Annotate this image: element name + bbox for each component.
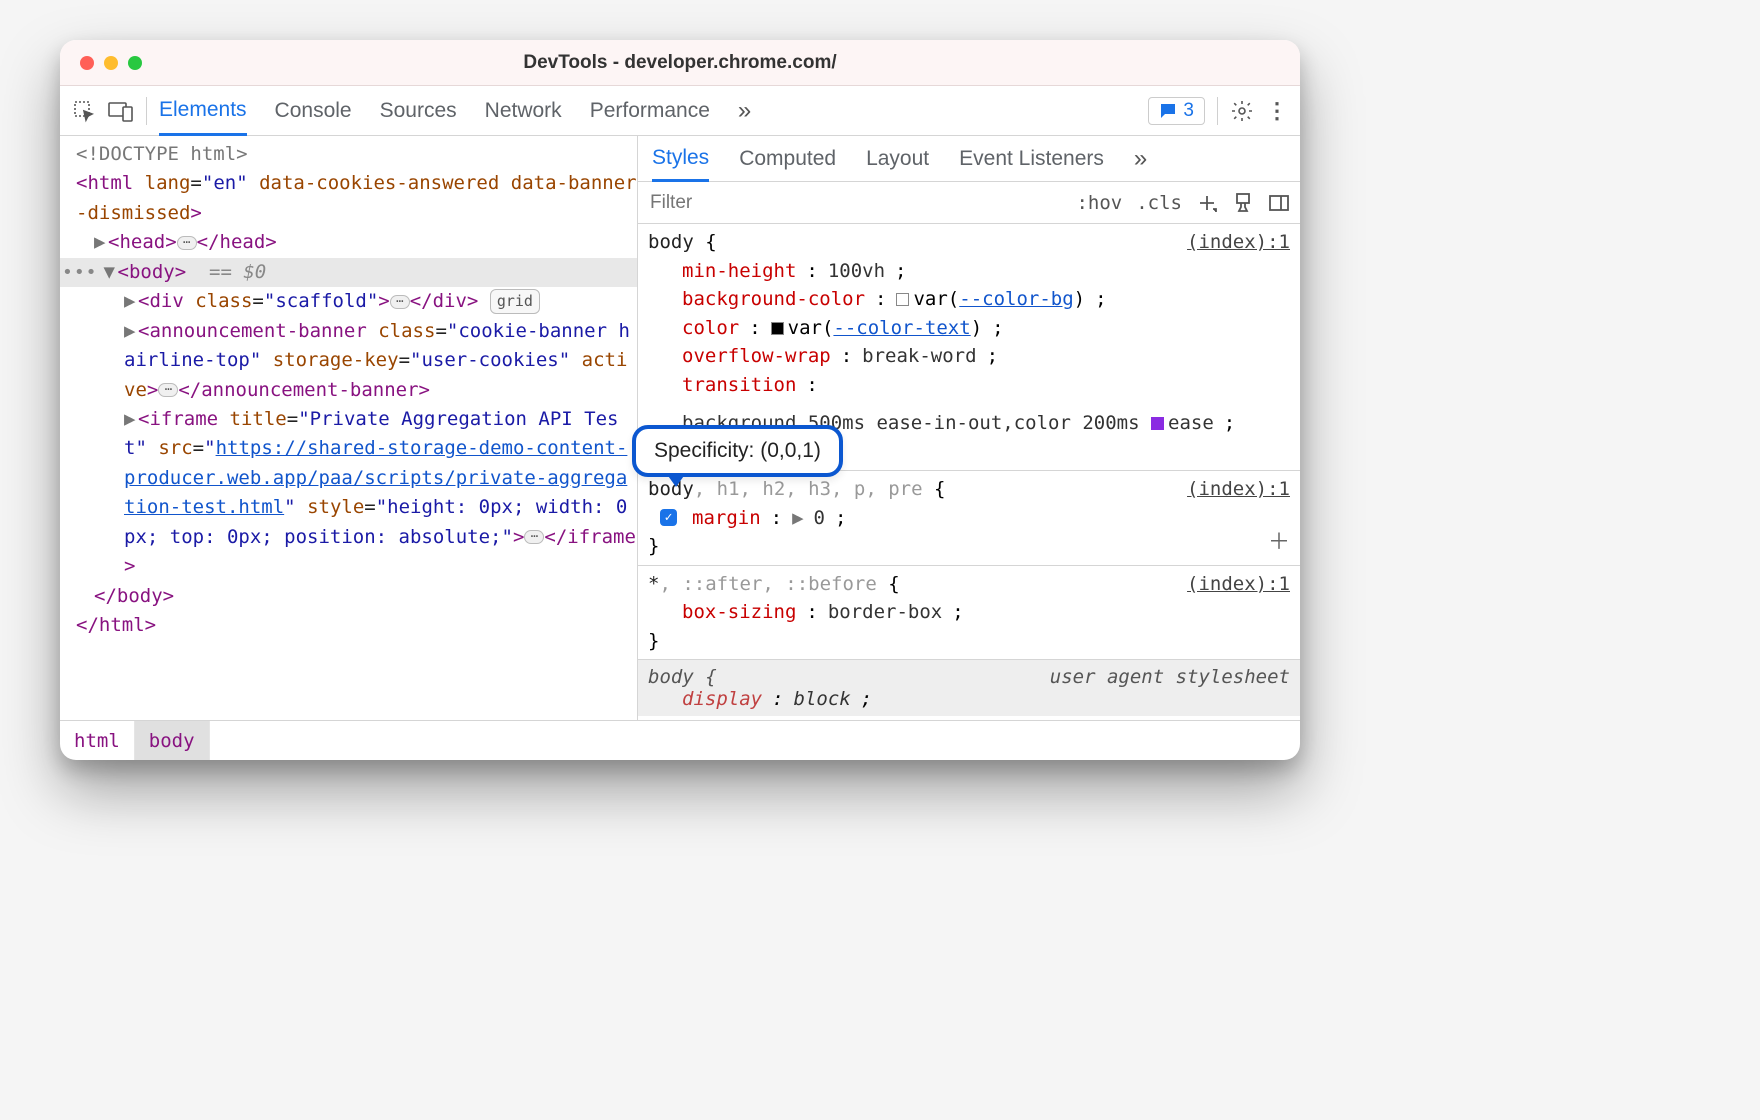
source-link[interactable]: (index):1 [1187,228,1290,257]
body-tag-selected[interactable]: ••• ▼<body> == $0 [60,258,637,287]
close-window-button[interactable] [80,56,94,70]
styles-tab-event-listeners[interactable]: Event Listeners [959,136,1104,181]
add-property-icon[interactable]: ＋ [1268,526,1290,559]
head-tag[interactable]: ▶<head></head> [60,228,637,257]
property-checkbox[interactable]: ✓ [660,509,677,526]
panel-toggle-icon[interactable] [1268,192,1290,214]
css-rule-margin[interactable]: body, h1, h2, h3, p, pre { (index):1 ✓ m… [638,471,1300,566]
brush-icon[interactable] [1232,192,1254,214]
ellipsis-icon[interactable] [524,530,544,544]
ua-stylesheet-rule: body { user agent stylesheet display: bl… [638,660,1300,716]
minimize-window-button[interactable] [104,56,118,70]
css-rule-box-sizing[interactable]: *, ::after, ::before { (index):1 box-siz… [638,566,1300,661]
styles-tabs-overflow-icon[interactable]: » [1134,136,1147,181]
styles-tab-computed[interactable]: Computed [739,136,836,181]
styles-tabs: Styles Computed Layout Event Listeners » [638,136,1300,182]
styles-tab-styles[interactable]: Styles [652,137,709,182]
gear-icon[interactable] [1230,99,1254,123]
ellipsis-icon[interactable] [158,383,178,397]
iframe-tag[interactable]: ▶<iframe title="Private Aggregation API … [60,405,637,582]
tab-console[interactable]: Console [275,86,352,135]
tabs-overflow-icon[interactable]: » [738,86,751,135]
divider [146,97,147,125]
filter-actions: :hov .cls [1076,192,1300,214]
html-close: </html> [60,611,637,640]
issues-count: 3 [1183,100,1194,122]
issues-badge[interactable]: 3 [1148,97,1205,125]
panel-tabs: Elements Console Sources Network Perform… [159,86,751,135]
source-link[interactable]: (index):1 [1187,475,1290,504]
main-toolbar: Elements Console Sources Network Perform… [60,86,1300,136]
bezier-icon[interactable] [1151,417,1164,430]
elements-panel[interactable]: <!DOCTYPE html> <html lang="en" data-coo… [60,136,638,720]
specificity-tooltip: Specificity: (0,0,1) [632,425,843,477]
divider [1217,97,1218,125]
css-var-link[interactable]: --color-text [833,317,970,339]
color-swatch-icon[interactable] [771,322,784,335]
tab-network[interactable]: Network [485,86,562,135]
ellipsis-icon[interactable] [177,236,197,250]
source-link[interactable]: (index):1 [1187,570,1290,599]
body-close: </body> [60,582,637,611]
html-tag[interactable]: <html lang="en" data-cookies-answered da… [60,169,637,228]
styles-tab-layout[interactable]: Layout [866,136,929,181]
cls-toggle[interactable]: .cls [1136,192,1182,214]
color-swatch-icon[interactable] [896,293,909,306]
devtools-window: DevTools - developer.chrome.com/ Element… [60,40,1300,760]
breadcrumb: html body [60,720,1300,760]
ellipsis-icon[interactable] [390,295,410,309]
new-rule-icon[interactable] [1196,192,1218,214]
doctype: <!DOCTYPE html> [60,140,637,169]
breadcrumb-body[interactable]: body [135,721,210,760]
tab-performance[interactable]: Performance [590,86,710,135]
device-toggle-icon[interactable] [108,100,134,122]
styles-filter-input[interactable] [638,192,1076,214]
styles-filter-row: :hov .cls [638,182,1300,224]
inspect-icon[interactable] [72,99,96,123]
tab-elements[interactable]: Elements [159,87,247,136]
window-title: DevTools - developer.chrome.com/ [60,52,1300,74]
announcement-banner-tag[interactable]: ▶<announcement-banner class="cookie-bann… [60,317,637,405]
css-var-link[interactable]: --color-bg [959,288,1073,310]
ua-label: user agent stylesheet [1050,666,1290,688]
maximize-window-button[interactable] [128,56,142,70]
breadcrumb-html[interactable]: html [60,721,135,760]
grid-badge[interactable]: grid [490,289,540,314]
message-icon [1159,102,1177,120]
kebab-menu-icon[interactable]: ⋮ [1266,98,1288,124]
hov-toggle[interactable]: :hov [1076,192,1122,214]
titlebar: DevTools - developer.chrome.com/ [60,40,1300,86]
div-scaffold[interactable]: ▶<div class="scaffold"></div> grid [60,287,637,316]
traffic-lights [60,56,142,70]
tab-sources[interactable]: Sources [380,86,457,135]
